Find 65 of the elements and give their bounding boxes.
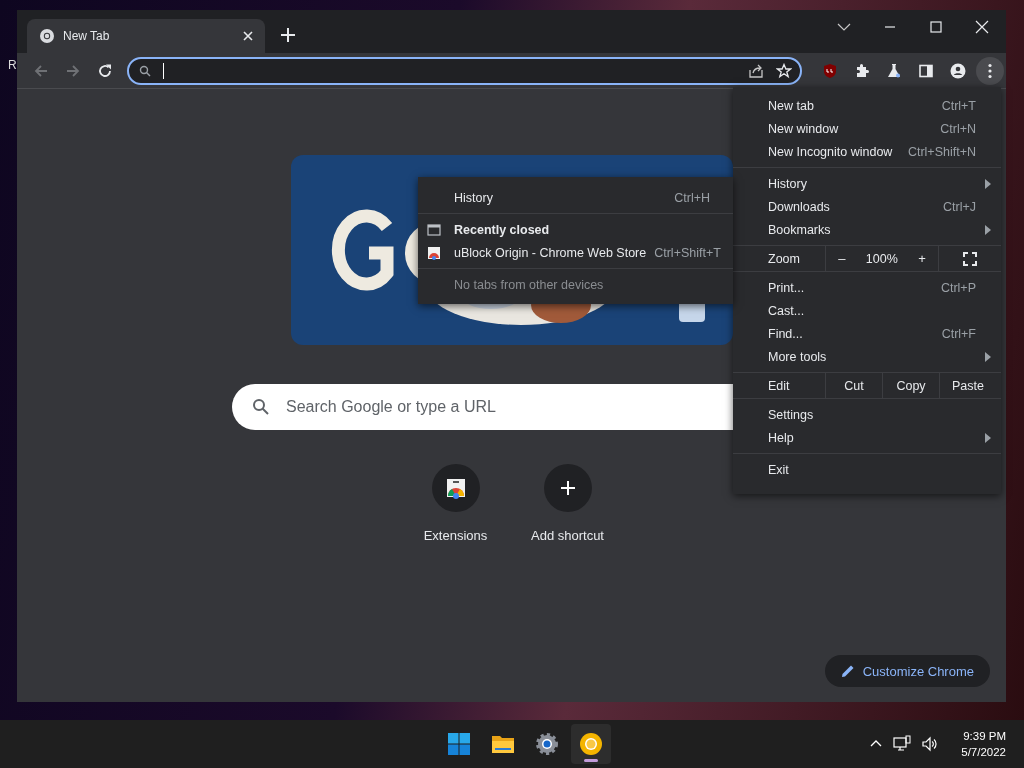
recent-tab-item[interactable]: uBlock Origin - Chrome Web Store Ctrl+Shift+T [418, 241, 733, 264]
puzzle-icon[interactable] [854, 62, 870, 79]
maximize-icon[interactable] [929, 20, 943, 34]
menu-item[interactable]: Exit [733, 458, 1001, 481]
empty-note: No tabs from other devices [454, 277, 605, 292]
network-icon[interactable] [893, 735, 912, 753]
pencil-icon [840, 664, 855, 678]
back-icon[interactable] [33, 62, 49, 79]
clock-time: 9:39 PM [963, 729, 1006, 744]
gear-icon [535, 732, 559, 756]
edit-button[interactable]: Paste [939, 373, 996, 398]
clock-date: 5/7/2022 [961, 745, 1006, 760]
menu-item[interactable]: Cast... [733, 299, 1001, 322]
menu-icon[interactable] [976, 56, 1004, 85]
zoom-out-button[interactable]: – [834, 251, 850, 266]
zoom-level: 100% [865, 251, 898, 266]
web-store-icon [444, 477, 467, 499]
shortcut-tile[interactable]: Extensions [399, 464, 512, 543]
section-header: Recently closed [454, 222, 551, 237]
chrome-logo-icon [579, 732, 603, 756]
menu-item[interactable]: More tools [733, 345, 1001, 368]
chrome-logo-icon [39, 28, 55, 44]
menu-item[interactable]: History [733, 172, 1001, 195]
edit-button[interactable]: Copy [882, 373, 939, 398]
web-store-icon [427, 245, 441, 260]
close-tab-icon[interactable] [243, 31, 253, 41]
menu-item[interactable]: New window Ctrl+N [733, 117, 1001, 140]
menu-item[interactable]: Print... Ctrl+P [733, 276, 1001, 299]
forward-icon[interactable] [65, 62, 81, 79]
window-icon [427, 222, 441, 237]
zoom-in-button[interactable]: + [914, 251, 930, 266]
menu-item[interactable]: History Ctrl+H [418, 186, 733, 209]
menu-item[interactable]: Bookmarks [733, 218, 1001, 241]
zoom-label: Zoom [767, 251, 801, 266]
menu-item[interactable]: Find... Ctrl+F [733, 322, 1001, 345]
desktop-icon-label: R [8, 58, 17, 72]
taskbar-app[interactable] [571, 724, 611, 764]
search-input[interactable]: Search Google or type a URL [284, 397, 713, 417]
new-tab-icon[interactable] [281, 28, 295, 42]
reload-icon[interactable] [97, 62, 113, 79]
shield-icon[interactable] [822, 62, 838, 79]
flask-icon[interactable] [886, 62, 902, 79]
menu-item[interactable]: New tab Ctrl+T [733, 94, 1001, 117]
search-bar[interactable]: Search Google or type a URL [232, 384, 733, 430]
plus-icon [558, 479, 577, 497]
windows-logo-icon [447, 732, 471, 756]
profile-icon[interactable] [950, 62, 966, 79]
edit-label: Edit [767, 378, 791, 393]
menu-item[interactable]: Downloads Ctrl+J [733, 195, 1001, 218]
share-icon[interactable] [748, 62, 764, 79]
address-bar[interactable] [127, 56, 802, 85]
volume-icon[interactable] [921, 735, 940, 753]
browser-tab[interactable]: New Tab [27, 19, 265, 53]
search-icon [139, 64, 151, 77]
search-icon [252, 398, 270, 416]
customize-button[interactable]: Customize Chrome [824, 655, 990, 687]
menu-item[interactable]: New Incognito window Ctrl+Shift+N [733, 140, 1001, 163]
star-icon[interactable] [776, 62, 792, 79]
side-panel-icon[interactable] [918, 62, 934, 79]
menu-item[interactable]: Help [733, 426, 1001, 449]
fullscreen-icon[interactable] [963, 251, 977, 266]
close-icon[interactable] [975, 20, 989, 34]
shortcut-tile[interactable]: Add shortcut [511, 464, 624, 543]
menu-item[interactable]: Settings [733, 403, 1001, 426]
edit-button[interactable]: Cut [825, 373, 882, 398]
